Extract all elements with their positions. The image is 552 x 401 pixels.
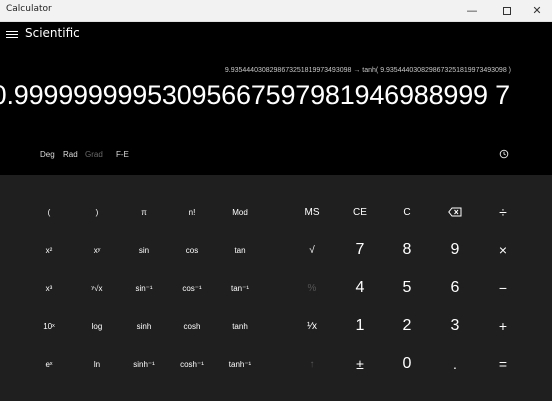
minimize-button[interactable]: — (455, 0, 489, 21)
key-9[interactable]: 9 (431, 231, 479, 269)
title-bar: Calculator — ✕ (0, 0, 552, 22)
key-log[interactable]: log (73, 307, 121, 345)
key-arcsinh[interactable]: sinh⁻¹ (120, 345, 168, 383)
key-3[interactable]: 3 (431, 307, 479, 345)
key-backspace[interactable] (431, 193, 479, 231)
key-1[interactable]: 1 (336, 307, 384, 345)
key-sin[interactable]: sin (120, 231, 168, 269)
fe-mode-button[interactable]: F-E (116, 150, 129, 159)
key-arccosh[interactable]: cosh⁻¹ (168, 345, 216, 383)
key-7[interactable]: 7 (336, 231, 384, 269)
key-cos[interactable]: cos (168, 231, 216, 269)
window-title: Calculator (6, 4, 52, 14)
key-add[interactable]: + (479, 307, 527, 345)
history-icon[interactable] (499, 149, 509, 159)
key-x-power-y[interactable]: xʸ (73, 231, 121, 269)
result-display: 0.99999999953095667597981946988999 7 (0, 80, 510, 110)
expression-display: 9.9354440308298673251819973493098 → tanh… (224, 67, 511, 74)
key-arctan[interactable]: tan⁻¹ (216, 269, 264, 307)
key-ln[interactable]: ln (73, 345, 121, 383)
key-5[interactable]: 5 (383, 269, 431, 307)
hamburger-menu-icon[interactable] (6, 30, 18, 42)
key-subtract[interactable]: − (479, 269, 527, 307)
key-arccos[interactable]: cos⁻¹ (168, 269, 216, 307)
close-button[interactable]: ✕ (520, 0, 552, 21)
rad-mode-button[interactable]: Rad (63, 150, 78, 159)
deg-mode-button[interactable]: Deg (40, 150, 55, 159)
key-sinh[interactable]: sinh (120, 307, 168, 345)
key-divide[interactable]: ÷ (479, 193, 527, 231)
key-percent[interactable]: % (288, 269, 336, 307)
key-mod[interactable]: Mod (216, 193, 264, 231)
key-y-root-x[interactable]: ʸ√x (73, 269, 121, 307)
key-0[interactable]: 0 (383, 345, 431, 383)
key-negate[interactable]: ± (336, 345, 384, 383)
key-pi[interactable]: π (120, 193, 168, 231)
key-factorial[interactable]: n! (168, 193, 216, 231)
keypad: ( ) π n! Mod MS CE C ÷ x² xʸ sin cos tan… (0, 175, 552, 401)
key-clear[interactable]: C (383, 193, 431, 231)
key-multiply[interactable]: × (479, 231, 527, 269)
key-x-squared[interactable]: x² (25, 231, 73, 269)
key-tan[interactable]: tan (216, 231, 264, 269)
key-8[interactable]: 8 (383, 231, 431, 269)
key-second-function-arrow[interactable]: ↑ (288, 345, 336, 383)
key-square-root[interactable]: √ (288, 231, 336, 269)
key-decimal[interactable]: . (431, 345, 479, 383)
key-memory-store[interactable]: MS (288, 193, 336, 231)
key-close-paren[interactable]: ) (73, 193, 121, 231)
key-6[interactable]: 6 (431, 269, 479, 307)
key-4[interactable]: 4 (336, 269, 384, 307)
key-arcsin[interactable]: sin⁻¹ (120, 269, 168, 307)
key-equals[interactable]: = (479, 345, 527, 383)
key-arctanh[interactable]: tanh⁻¹ (216, 345, 264, 383)
key-open-paren[interactable]: ( (25, 193, 73, 231)
key-reciprocal[interactable]: ¹⁄x (288, 307, 336, 345)
key-2[interactable]: 2 (383, 307, 431, 345)
calculator-window: Calculator — ✕ Scientific 9.935444030829… (0, 0, 552, 401)
calculator-mode-title: Scientific (25, 26, 80, 40)
key-cosh[interactable]: cosh (168, 307, 216, 345)
maximize-icon (503, 6, 511, 15)
grad-mode-button[interactable]: Grad (85, 150, 103, 159)
key-x-cubed[interactable]: x³ (25, 269, 73, 307)
key-e-power-x[interactable]: eˣ (25, 345, 73, 383)
key-clear-entry[interactable]: CE (336, 193, 384, 231)
key-ten-power-x[interactable]: 10ˣ (25, 307, 73, 345)
key-tanh[interactable]: tanh (216, 307, 264, 345)
backspace-icon (448, 207, 462, 217)
maximize-button[interactable] (490, 0, 524, 21)
